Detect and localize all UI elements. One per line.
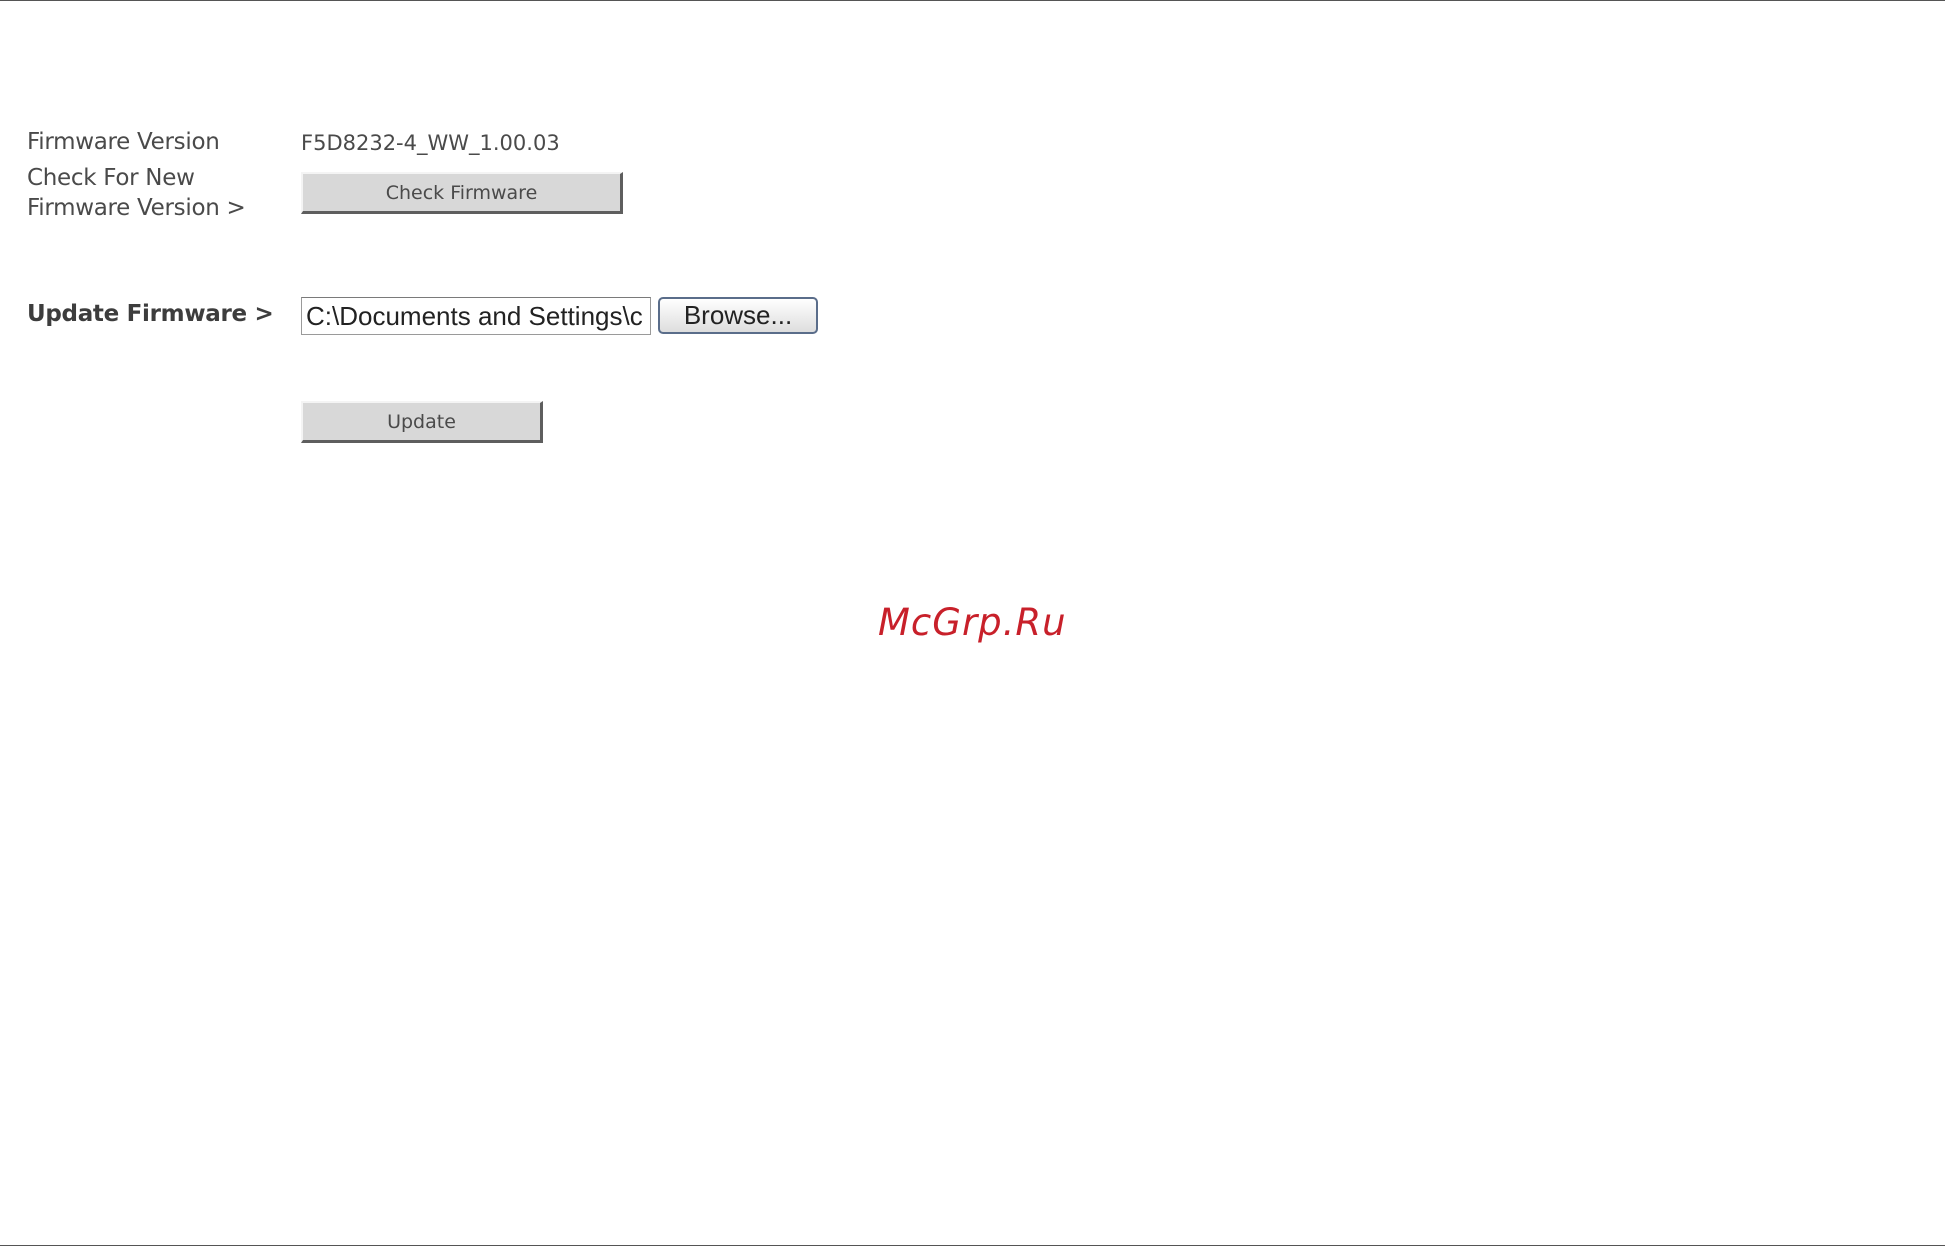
firmware-version-value: F5D8232-4_WW_1.00.03 [301, 131, 560, 155]
firmware-version-label: Firmware Version [27, 129, 220, 155]
update-button[interactable]: Update [301, 401, 543, 443]
top-divider [0, 0, 1945, 1]
update-firmware-label: Update Firmware > [27, 301, 274, 327]
check-new-firmware-label: Check For New Firmware Version > [27, 163, 246, 223]
check-new-firmware-label-line2: Firmware Version > [27, 195, 246, 221]
firmware-file-path-input[interactable]: C:\Documents and Settings\c [301, 297, 651, 335]
check-new-firmware-label-line1: Check For New [27, 165, 195, 191]
check-firmware-button[interactable]: Check Firmware [301, 172, 623, 214]
bottom-divider [0, 1245, 1945, 1246]
browse-button[interactable]: Browse... [658, 297, 818, 334]
watermark-text: McGrp.Ru [878, 601, 1067, 644]
